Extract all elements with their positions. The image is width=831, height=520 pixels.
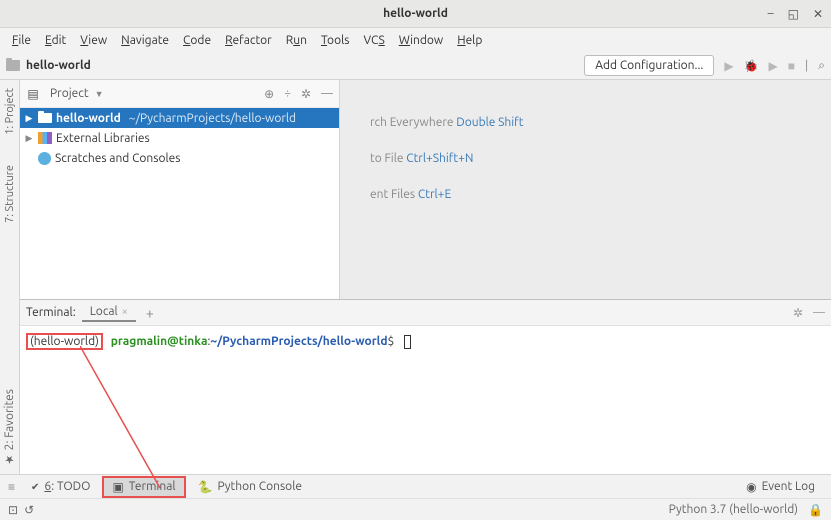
- run-coverage-icon[interactable]: ▶: [769, 59, 778, 73]
- terminal-tool-window: Terminal: Local × + ✲ — (hello-world) pr…: [20, 299, 831, 474]
- project-tool-window: ▤ Project ▼ ⊕ ÷ ✲ — ▶ hello-world: [20, 80, 340, 299]
- project-view-icon: ▤: [26, 87, 40, 101]
- left-toolwindow-stripe: 1: Project 7: Structure ★ 2: Favorites: [0, 80, 20, 474]
- terminal-tab-local[interactable]: Local ×: [82, 303, 136, 322]
- menubar: File Edit View Navigate Code Refactor Ru…: [0, 28, 831, 52]
- tool-python-console[interactable]: 🐍Python Console: [190, 478, 310, 496]
- menu-file[interactable]: File: [6, 32, 37, 49]
- menu-run[interactable]: Run: [280, 32, 313, 49]
- chevron-down-icon[interactable]: ▼: [95, 89, 104, 99]
- terminal-body[interactable]: (hello-world) pragmalin@tinka:~/PycharmP…: [20, 326, 831, 474]
- new-terminal-icon[interactable]: +: [146, 305, 154, 321]
- list-icon: ≡: [8, 480, 15, 494]
- locate-icon[interactable]: ⊕: [264, 87, 274, 101]
- terminal-cwd: ~/PycharmProjects/hello-world: [210, 335, 387, 348]
- menu-code[interactable]: Code: [177, 32, 217, 49]
- menu-refactor[interactable]: Refactor: [219, 32, 278, 49]
- close-tab-icon[interactable]: ×: [122, 306, 128, 318]
- expand-icon[interactable]: ▶: [24, 113, 34, 124]
- add-configuration-button[interactable]: Add Configuration...: [584, 55, 714, 76]
- library-icon: [38, 132, 52, 144]
- terminal-title: Terminal:: [26, 306, 76, 319]
- run-icon[interactable]: ▶: [724, 59, 733, 73]
- navigation-bar: hello-world Add Configuration... ▶ 🐞 ▶ ■…: [0, 52, 831, 80]
- window-title: hello-world: [383, 7, 448, 20]
- annotation-line: [80, 346, 180, 496]
- minimize-icon[interactable]: –: [768, 7, 774, 21]
- gear-icon[interactable]: ✲: [793, 306, 803, 320]
- status-show-windows-icon[interactable]: ⊡: [8, 503, 18, 517]
- status-sync-icon[interactable]: ↺: [24, 503, 34, 517]
- breadcrumb-project[interactable]: hello-world: [26, 59, 91, 72]
- menu-view[interactable]: View: [74, 32, 113, 49]
- tool-event-log[interactable]: ◉Event Log: [738, 478, 823, 496]
- menu-window[interactable]: Window: [393, 32, 449, 49]
- bottom-toolwindow-stripe: ≡ ✔6: TODO ▣Terminal 🐍Python Console ◉Ev…: [0, 474, 831, 498]
- folder-icon: [6, 60, 20, 71]
- editor-empty-area: rch Everywhere Double Shift to File Ctrl…: [340, 80, 831, 299]
- project-panel-label[interactable]: Project: [50, 87, 89, 100]
- terminal-venv: (hello-world): [26, 333, 103, 350]
- lock-icon[interactable]: 🔒: [808, 503, 823, 517]
- statusbar: ⊡ ↺ Python 3.7 (hello-world) 🔒: [0, 498, 831, 520]
- vtab-structure[interactable]: 7: Structure: [2, 157, 18, 231]
- menu-help[interactable]: Help: [451, 32, 488, 49]
- menu-vcs[interactable]: VCS: [357, 32, 390, 49]
- tool-todo[interactable]: ✔6: TODO: [23, 478, 98, 495]
- hide-icon[interactable]: —: [813, 306, 825, 320]
- tool-terminal[interactable]: ▣Terminal: [102, 476, 185, 498]
- expand-icon[interactable]: ▶: [24, 133, 34, 144]
- titlebar: hello-world – ◱ ✕: [0, 0, 831, 28]
- menu-edit[interactable]: Edit: [39, 32, 72, 49]
- gear-icon[interactable]: ✲: [301, 87, 311, 101]
- menu-navigate[interactable]: Navigate: [115, 32, 175, 49]
- shortcut-go-to-file: Ctrl+Shift+N: [406, 152, 473, 165]
- terminal-cursor: [404, 335, 411, 349]
- vtab-favorites[interactable]: ★ 2: Favorites: [1, 381, 18, 474]
- maximize-icon[interactable]: ◱: [788, 7, 799, 21]
- folder-icon: [38, 113, 52, 123]
- shortcut-recent-files: Ctrl+E: [418, 188, 451, 201]
- python-icon: 🐍: [198, 480, 213, 494]
- terminal-user-host: pragmalin@tinka: [111, 335, 208, 348]
- vtab-project[interactable]: 1: Project: [2, 80, 18, 143]
- scratches-icon: [38, 152, 51, 165]
- search-icon[interactable]: ⌕: [818, 59, 825, 73]
- terminal-icon: ▣: [112, 480, 123, 494]
- close-icon[interactable]: ✕: [813, 7, 823, 21]
- menu-tools[interactable]: Tools: [315, 32, 356, 49]
- collapse-icon[interactable]: ÷: [284, 87, 291, 101]
- debug-icon[interactable]: 🐞: [744, 59, 759, 73]
- stop-icon[interactable]: ■: [788, 59, 795, 73]
- tree-external-libraries[interactable]: ▶ External Libraries: [20, 128, 339, 148]
- tree-scratches[interactable]: Scratches and Consoles: [20, 148, 339, 168]
- hide-icon[interactable]: —: [321, 87, 333, 101]
- status-interpreter[interactable]: Python 3.7 (hello-world): [669, 503, 798, 516]
- shortcut-search-everywhere: Double Shift: [456, 116, 523, 129]
- tree-root[interactable]: ▶ hello-world ~/PycharmProjects/hello-wo…: [20, 108, 339, 128]
- event-log-icon: ◉: [746, 480, 756, 494]
